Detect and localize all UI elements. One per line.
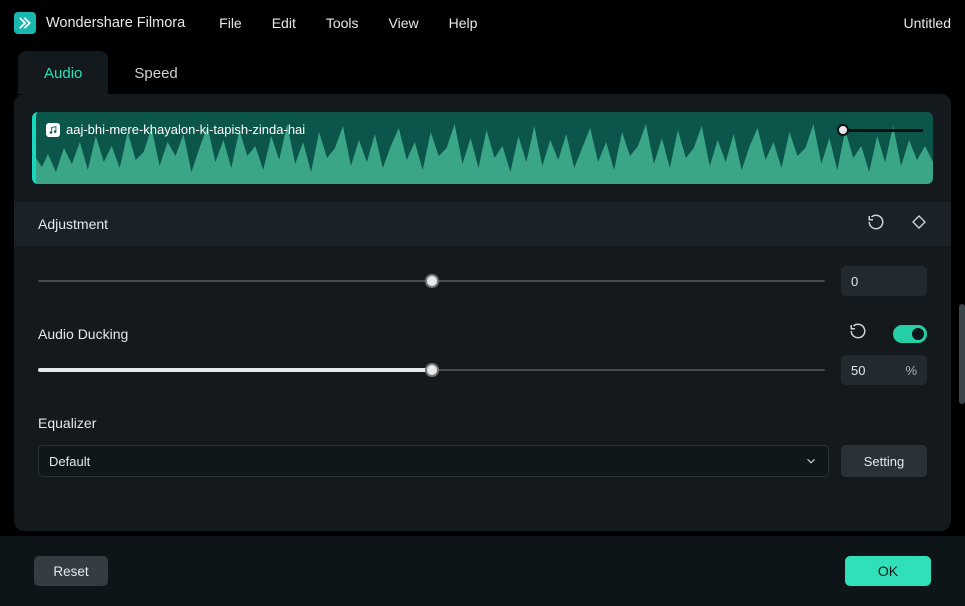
audio-ducking-toggle[interactable] bbox=[893, 325, 927, 343]
menu-bar: File Edit Tools View Help bbox=[219, 15, 477, 31]
pitch-row: 0 bbox=[14, 246, 951, 296]
menu-help[interactable]: Help bbox=[449, 15, 478, 31]
tab-audio[interactable]: Audio bbox=[18, 51, 108, 94]
menu-edit[interactable]: Edit bbox=[272, 15, 296, 31]
adjustment-section-header: Adjustment bbox=[14, 202, 951, 246]
menu-view[interactable]: View bbox=[389, 15, 419, 31]
pitch-value-box[interactable]: 0 bbox=[841, 266, 927, 296]
reset-button[interactable]: Reset bbox=[34, 556, 108, 586]
pitch-value: 0 bbox=[851, 274, 858, 289]
panel-scrollbar[interactable] bbox=[959, 304, 965, 404]
tab-bar: Audio Speed bbox=[0, 46, 965, 94]
audio-ducking-value-box[interactable]: 50 % bbox=[841, 355, 927, 385]
equalizer-row: Default Setting bbox=[14, 445, 951, 477]
equalizer-label: Equalizer bbox=[38, 415, 96, 431]
keyframe-diamond-icon[interactable] bbox=[911, 214, 927, 235]
pitch-slider[interactable] bbox=[38, 271, 825, 291]
app-title: Wondershare Filmora bbox=[46, 15, 185, 31]
waveform-clip[interactable]: aaj-bhi-mere-khayalon-ki-tapish-zinda-ha… bbox=[32, 112, 933, 184]
reset-adjustment-icon[interactable] bbox=[867, 213, 885, 236]
clip-volume-handle[interactable] bbox=[837, 124, 923, 136]
equalizer-setting-button[interactable]: Setting bbox=[841, 445, 927, 477]
audio-ducking-slider[interactable] bbox=[38, 360, 825, 380]
track-name: aaj-bhi-mere-khayalon-ki-tapish-zinda-ha… bbox=[66, 122, 305, 137]
menu-file[interactable]: File bbox=[219, 15, 242, 31]
equalizer-preset-select[interactable]: Default bbox=[38, 445, 829, 477]
music-note-icon bbox=[46, 123, 60, 137]
ducking-value: 50 bbox=[851, 363, 865, 378]
equalizer-label-row: Equalizer bbox=[14, 415, 951, 433]
menu-tools[interactable]: Tools bbox=[326, 15, 359, 31]
app-logo-icon bbox=[14, 12, 36, 34]
ducking-unit: % bbox=[905, 363, 917, 378]
audio-ducking-label: Audio Ducking bbox=[38, 326, 128, 342]
reset-ducking-icon[interactable] bbox=[849, 322, 867, 345]
footer-bar: Reset OK bbox=[0, 536, 965, 606]
audio-panel: aaj-bhi-mere-khayalon-ki-tapish-zinda-ha… bbox=[14, 94, 951, 531]
title-bar: Wondershare Filmora File Edit Tools View… bbox=[0, 0, 965, 46]
chevron-down-icon bbox=[804, 454, 818, 468]
tab-speed[interactable]: Speed bbox=[108, 51, 203, 94]
audio-ducking-row: 50 % bbox=[14, 355, 951, 385]
ok-button[interactable]: OK bbox=[845, 556, 931, 586]
project-title: Untitled bbox=[904, 15, 951, 31]
audio-ducking-header: Audio Ducking bbox=[14, 322, 951, 345]
adjustment-label: Adjustment bbox=[38, 216, 108, 232]
equalizer-selected: Default bbox=[49, 454, 90, 469]
